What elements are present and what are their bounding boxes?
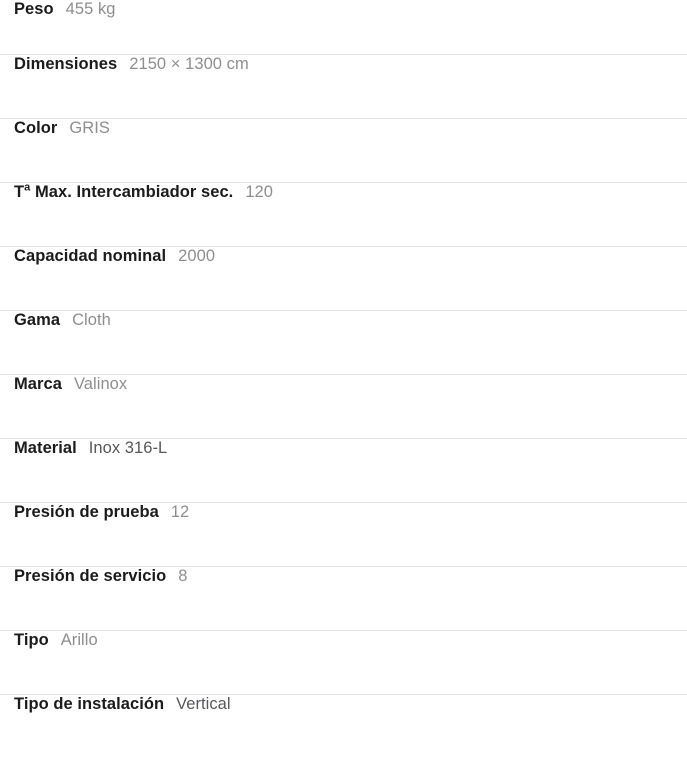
ordinal-indicator: a	[24, 181, 31, 194]
spec-value: Inox 316-L	[88, 439, 168, 457]
spec-row: Material Inox 316-L	[0, 439, 687, 503]
spec-label: Tipo de instalación	[14, 695, 165, 713]
spec-value: Cloth	[72, 311, 111, 329]
spec-value: Valinox	[73, 375, 128, 393]
spec-label: Material	[14, 439, 77, 457]
spec-value: Vertical	[176, 695, 231, 713]
spec-value: GRIS	[69, 119, 110, 137]
spec-label: Presión de servicio	[14, 567, 167, 585]
spec-row: Color GRIS	[0, 119, 687, 183]
spec-label: Dimensiones	[14, 55, 118, 73]
spec-value: Arillo	[60, 631, 98, 649]
spec-value: 8	[178, 567, 188, 585]
spec-label: Ta Max. Intercambiador sec.	[14, 181, 234, 201]
spec-label: Gama	[14, 311, 61, 329]
spec-label: Marca	[14, 375, 62, 393]
spec-label: Peso	[14, 0, 54, 18]
spec-label: Color	[14, 119, 58, 137]
spec-row: Tipo Arillo	[0, 631, 687, 695]
spec-row: Presión de servicio 8	[0, 567, 687, 631]
spec-row: Presión de prueba 12	[0, 503, 687, 567]
spec-value: 12	[170, 503, 190, 521]
spec-row: Dimensiones 2150 × 1300 cm	[0, 55, 687, 119]
spec-row: Capacidad nominal 2000	[0, 247, 687, 311]
spec-value: 2150 × 1300 cm	[129, 55, 249, 73]
spec-value: 455 kg	[65, 0, 116, 18]
spec-row: Peso 455 kg	[0, 0, 687, 55]
spec-value: 2000	[178, 247, 216, 265]
spec-row: Gama Cloth	[0, 311, 687, 375]
spec-label: Presión de prueba	[14, 503, 159, 521]
spec-value: 120	[245, 183, 273, 201]
spec-row: Marca Valinox	[0, 375, 687, 439]
spec-label: Tipo	[14, 631, 49, 649]
product-specification-table: Peso 455 kg Dimensiones 2150 × 1300 cm Color…	[0, 0, 687, 759]
spec-row: Ta Max. Intercambiador sec. 120	[0, 181, 687, 247]
spec-row: Tipo de instalación Vertical	[0, 695, 687, 759]
spec-label: Capacidad nominal	[14, 247, 167, 265]
